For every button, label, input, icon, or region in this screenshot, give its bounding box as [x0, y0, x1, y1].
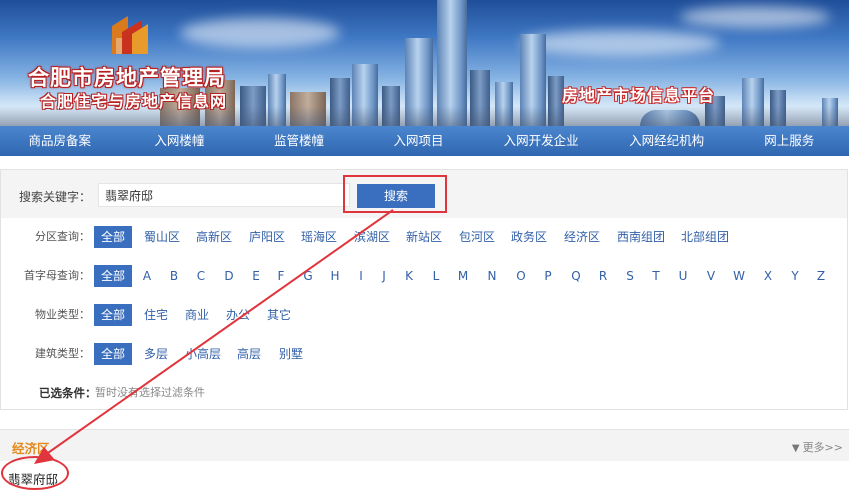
more-link[interactable]: ▼ 更多>>: [792, 439, 843, 455]
letter-option[interactable]: K: [402, 263, 416, 289]
letter-option[interactable]: O: [514, 263, 528, 289]
annotation-box: [343, 175, 447, 213]
district-option[interactable]: 经济区: [564, 224, 600, 250]
property-type-option[interactable]: 其它: [267, 302, 291, 328]
letter-option[interactable]: L: [429, 263, 443, 289]
letter-option[interactable]: C: [194, 263, 208, 289]
bureau-subtitle: 合肥住宅与房地产信息网: [40, 92, 228, 111]
search-row: 搜索关键字： 搜索: [1, 170, 847, 218]
letter-option[interactable]: Q: [569, 263, 583, 289]
letter-option[interactable]: D: [222, 263, 236, 289]
building-type-option[interactable]: 高层: [237, 341, 261, 367]
initial-filter-label: 首字母查询：: [24, 269, 90, 282]
letter-option[interactable]: P: [541, 263, 555, 289]
district-option[interactable]: 蜀山区: [144, 224, 180, 250]
letter-option[interactable]: U: [676, 263, 690, 289]
more-link-label: 更多>>: [802, 441, 843, 454]
letter-option[interactable]: J: [377, 263, 391, 289]
district-option[interactable]: 西南组团: [617, 224, 665, 250]
initial-all-chip[interactable]: 全部: [94, 265, 133, 287]
result-section-title: 经济区: [12, 441, 50, 456]
selected-conditions-row: 已选条件： 暂时没有选择过滤条件: [1, 380, 847, 406]
property-type-label: 物业类型：: [35, 308, 90, 321]
district-filter-row: 分区查询： 全部 蜀山区 高新区 庐阳区 瑶海区 滨湖区 新站区 包河区 政务区…: [1, 224, 847, 250]
nav-item-network-buildings[interactable]: 入网楼幢: [120, 126, 240, 156]
double-chevron-down-icon: ▼: [791, 443, 800, 454]
filter-panel: 搜索关键字： 搜索 分区查询： 全部 蜀山区 高新区 庐阳区 瑶海区 滨湖区 新…: [0, 169, 848, 410]
nav-item-developers[interactable]: 入网开发企业: [478, 126, 604, 156]
district-option[interactable]: 庐阳区: [249, 224, 285, 250]
letter-option[interactable]: M: [456, 263, 470, 289]
result-section-header: 经济区 ▼ 更多>>: [0, 429, 849, 461]
letter-option[interactable]: E: [249, 263, 263, 289]
building-type-all-chip[interactable]: 全部: [94, 343, 133, 365]
district-filter-label: 分区查询：: [35, 230, 90, 243]
building-type-label: 建筑类型：: [35, 347, 90, 360]
letter-option[interactable]: T: [649, 263, 663, 289]
letter-option[interactable]: A: [140, 263, 154, 289]
letter-option[interactable]: X: [761, 263, 775, 289]
letter-option[interactable]: F: [274, 263, 288, 289]
selected-conditions-label: 已选条件：: [39, 386, 97, 400]
header-banner: 合肥市房地产管理局 合肥住宅与房地产信息网 房地产市场信息平台: [0, 0, 849, 126]
letter-option[interactable]: R: [596, 263, 610, 289]
bureau-logo: [112, 16, 148, 54]
selected-conditions-text: 暂时没有选择过滤条件: [95, 386, 205, 399]
letter-option[interactable]: Z: [814, 263, 828, 289]
district-option[interactable]: 高新区: [196, 224, 232, 250]
nav-item-network-projects[interactable]: 入网项目: [359, 126, 479, 156]
nav-item-filing[interactable]: 商品房备案: [0, 126, 120, 156]
letter-option[interactable]: S: [623, 263, 637, 289]
search-input[interactable]: [98, 183, 350, 207]
district-option[interactable]: 北部组团: [681, 224, 729, 250]
building-type-filter-row: 建筑类型： 全部 多层 小高层 高层 别墅: [1, 341, 847, 367]
district-option[interactable]: 政务区: [511, 224, 547, 250]
building-type-option[interactable]: 别墅: [279, 341, 303, 367]
property-type-option[interactable]: 住宅: [144, 302, 168, 328]
building-type-option[interactable]: 小高层: [185, 341, 221, 367]
cloud: [520, 30, 720, 56]
nav-item-online-services[interactable]: 网上服务: [729, 126, 849, 156]
nav-item-supervised-buildings[interactable]: 监管楼幢: [239, 126, 359, 156]
property-type-filter-row: 物业类型： 全部 住宅 商业 办公 其它: [1, 302, 847, 328]
letter-option[interactable]: Y: [788, 263, 802, 289]
property-type-option[interactable]: 商业: [185, 302, 209, 328]
district-option[interactable]: 瑶海区: [301, 224, 337, 250]
letter-option[interactable]: W: [732, 263, 746, 289]
initial-filter-row: 首字母查询： 全部 A B C D E F G H I J K L M N O …: [1, 263, 847, 289]
cloud: [180, 18, 340, 48]
property-type-option[interactable]: 办公: [226, 302, 250, 328]
letter-option[interactable]: G: [301, 263, 315, 289]
nav-item-agencies[interactable]: 入网经纪机构: [604, 126, 730, 156]
letter-option[interactable]: B: [167, 263, 181, 289]
district-all-chip[interactable]: 全部: [94, 226, 133, 248]
search-label: 搜索关键字：: [19, 190, 92, 204]
district-option[interactable]: 滨湖区: [354, 224, 390, 250]
letter-option[interactable]: I: [354, 263, 368, 289]
letter-option[interactable]: V: [704, 263, 718, 289]
letter-option[interactable]: H: [328, 263, 342, 289]
result-section: 经济区 ▼ 更多>> 翡翠府邸: [0, 429, 849, 500]
district-option[interactable]: 包河区: [459, 224, 495, 250]
annotation-ellipse: [1, 456, 69, 490]
district-option[interactable]: 新站区: [406, 224, 442, 250]
property-type-all-chip[interactable]: 全部: [94, 304, 133, 326]
main-nav: 商品房备案 入网楼幢 监管楼幢 入网项目 入网开发企业 入网经纪机构 网上服务: [0, 126, 849, 156]
cloud: [680, 6, 830, 28]
building-type-option[interactable]: 多层: [144, 341, 168, 367]
platform-title: 房地产市场信息平台: [562, 86, 716, 105]
letter-option[interactable]: N: [485, 263, 499, 289]
